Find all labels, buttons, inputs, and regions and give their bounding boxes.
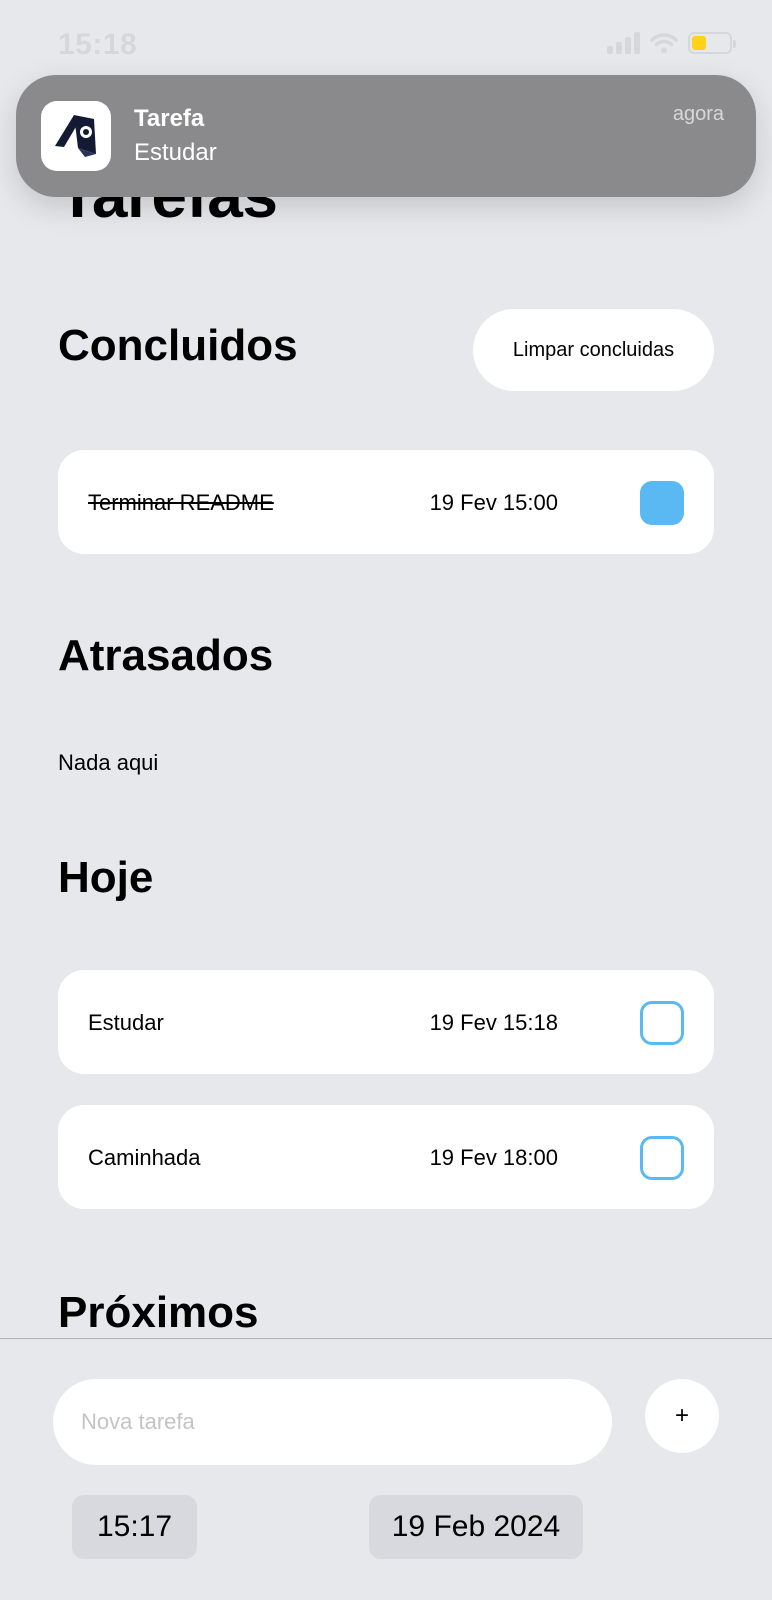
new-task-input[interactable]	[53, 1379, 612, 1465]
task-date: 19 Fev 15:00	[429, 490, 558, 515]
notification-time: agora	[672, 103, 724, 125]
status-time: 15:18	[58, 28, 138, 61]
task-card[interactable]: Estudar 19 Fev 15:18	[58, 970, 714, 1074]
section-heading-overdue: Atrasados	[58, 631, 274, 680]
clear-completed-button[interactable]: Limpar concluidas	[473, 309, 714, 391]
notification-title: Tarefa	[134, 105, 205, 132]
task-checkbox[interactable]	[640, 481, 684, 525]
task-name: Caminhada	[88, 1145, 201, 1170]
notification-banner[interactable]: Tarefa Estudar agora	[16, 75, 756, 197]
task-card[interactable]: Caminhada 19 Fev 18:00	[58, 1105, 714, 1209]
section-heading-completed: Concluidos	[58, 321, 298, 370]
task-name: Estudar	[88, 1010, 164, 1035]
notification-body: Estudar	[134, 139, 217, 166]
task-name: Terminar README	[88, 490, 274, 515]
app-logo-icon	[41, 101, 111, 171]
composer-bar: + 15:17 19 Feb 2024	[0, 1338, 772, 1600]
date-picker[interactable]: 19 Feb 2024	[369, 1495, 583, 1559]
section-heading-upcoming: Próximos	[58, 1288, 259, 1337]
battery-icon	[688, 32, 736, 54]
empty-state-text: Nada aqui	[58, 750, 159, 775]
wifi-icon	[650, 33, 678, 54]
section-heading-today: Hoje	[58, 853, 154, 902]
status-icons	[607, 32, 736, 54]
cellular-signal-icon	[607, 32, 640, 54]
task-checkbox[interactable]	[640, 1136, 684, 1180]
task-checkbox[interactable]	[640, 1001, 684, 1045]
add-task-button[interactable]: +	[645, 1379, 719, 1453]
task-date: 19 Fev 18:00	[429, 1145, 558, 1170]
task-card[interactable]: Terminar README 19 Fev 15:00	[58, 450, 714, 554]
app-screen: 15:18 Tarefas Tarefa Estudar	[0, 0, 772, 1600]
time-picker[interactable]: 15:17	[72, 1495, 197, 1559]
task-date: 19 Fev 15:18	[429, 1010, 558, 1035]
